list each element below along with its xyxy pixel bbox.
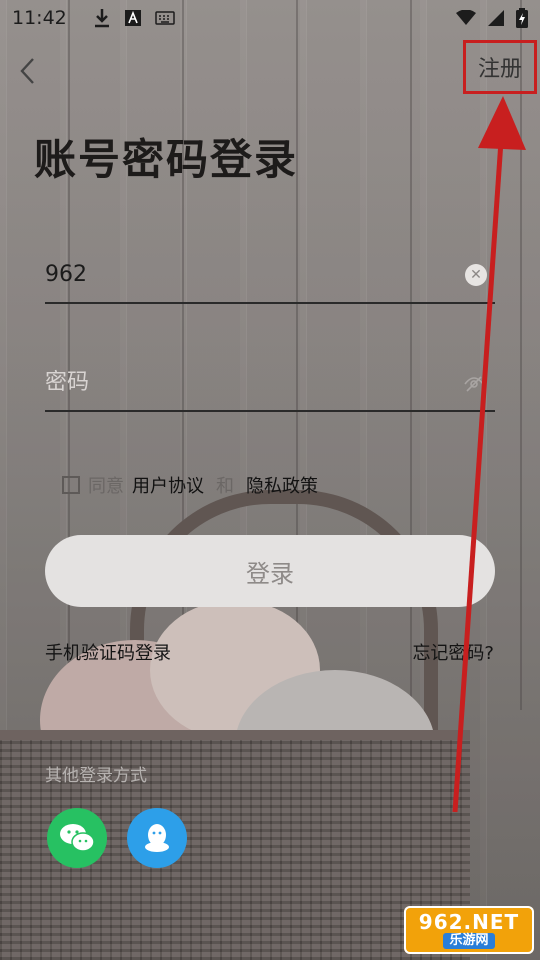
- watermark-logo: 962.NET 乐游网: [404, 906, 534, 954]
- annotation-arrow: [452, 96, 526, 813]
- watermark-bottom: 乐游网: [443, 933, 495, 949]
- watermark-top: 962.NET: [418, 910, 520, 934]
